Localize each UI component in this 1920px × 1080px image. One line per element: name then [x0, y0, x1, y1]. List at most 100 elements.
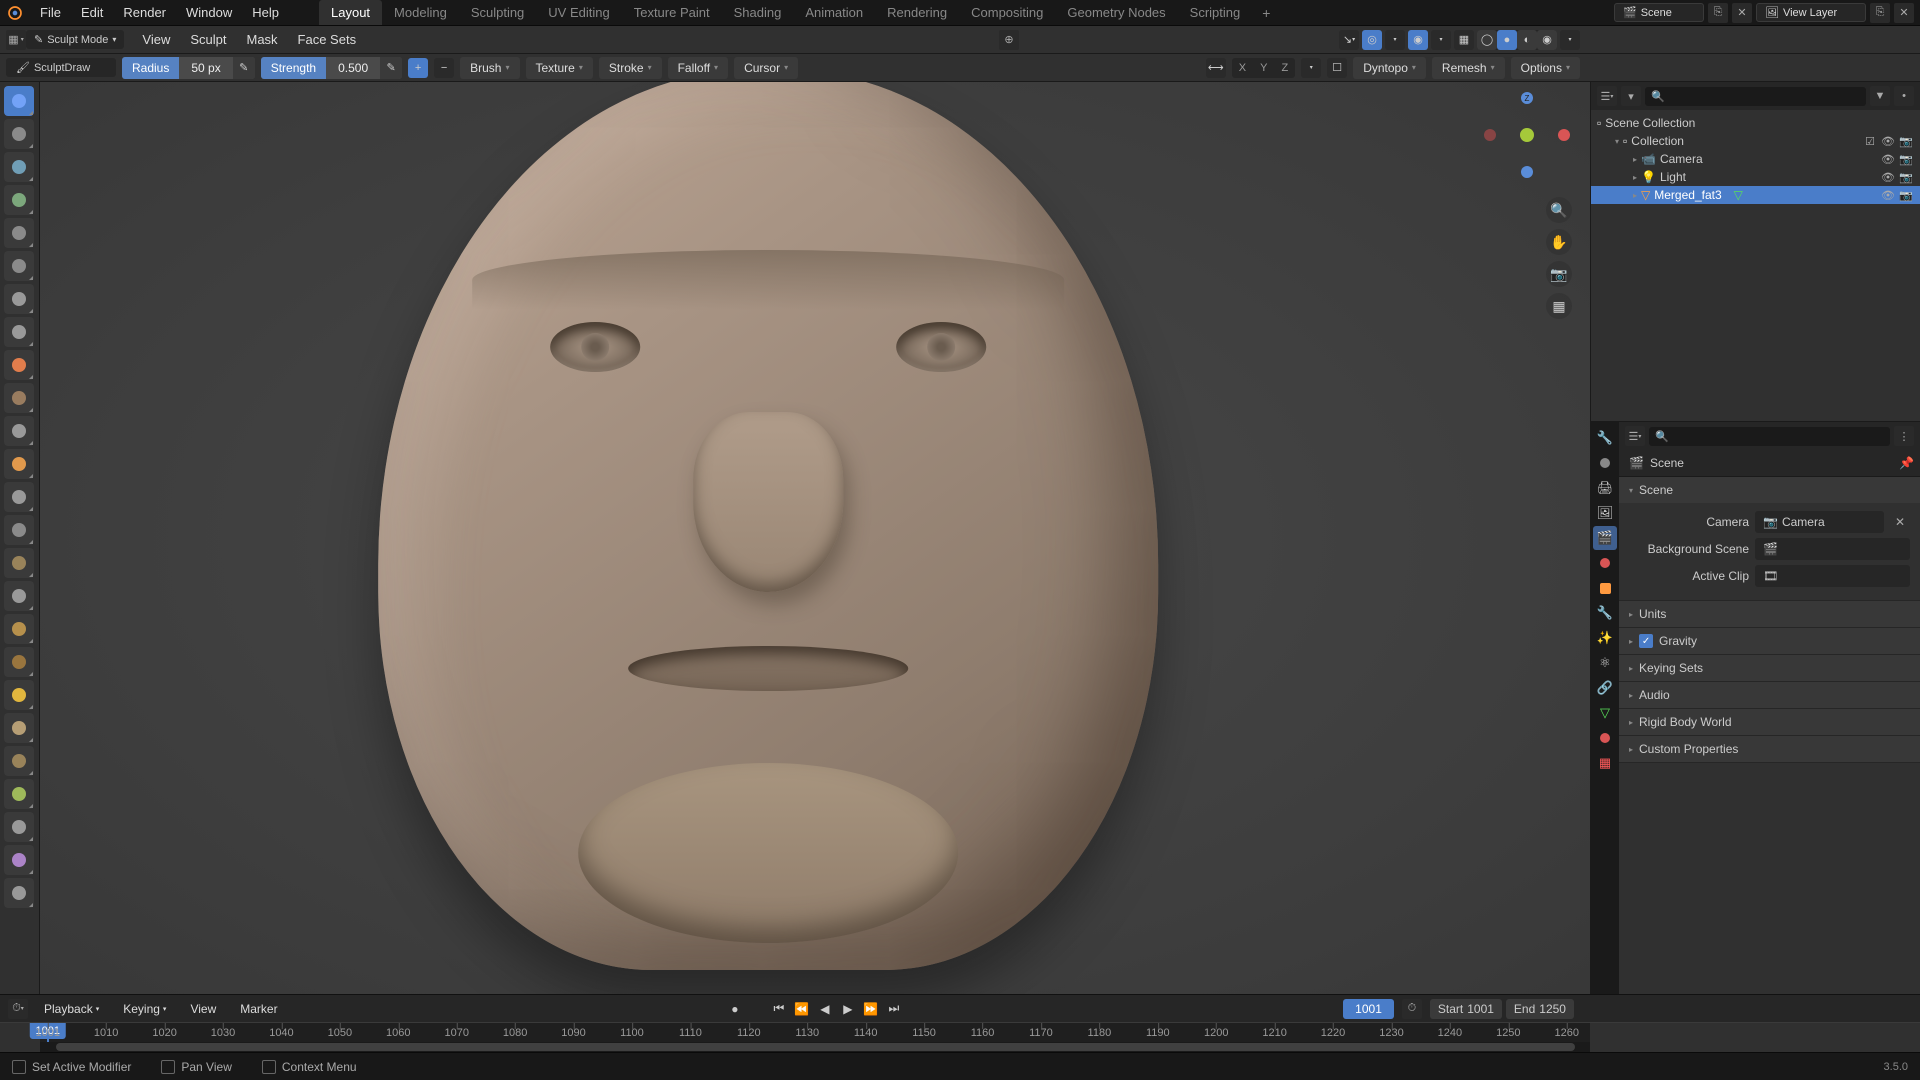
header-sculpt-menu[interactable]: Sculpt [180, 28, 236, 51]
radius-field[interactable]: Radius 50 px ✎ [122, 57, 255, 79]
disclosure-icon[interactable]: ▾ [1615, 137, 1619, 146]
gizmo-neg-z-axis[interactable] [1521, 166, 1533, 178]
render-icon[interactable]: 📷 [1898, 153, 1914, 166]
tab-particles[interactable]: ✨ [1593, 626, 1617, 650]
gizmo-options[interactable]: ▾ [1385, 30, 1405, 50]
workspace-tab[interactable]: Sculpting [459, 0, 536, 25]
brush-dropdown[interactable]: Brush▾ [460, 57, 519, 79]
view-layer-selector[interactable]: 🖼 View Layer [1756, 3, 1866, 22]
keying-menu[interactable]: Keying▾ [115, 999, 174, 1019]
rotate-tool[interactable] [4, 779, 34, 809]
panel-gravity-header[interactable]: ▸ ✓ Gravity [1619, 628, 1920, 654]
current-frame-field[interactable]: 1001 [1343, 999, 1394, 1019]
add-subtract-toggle[interactable]: + [408, 58, 428, 78]
mirror-z[interactable]: Z [1274, 58, 1295, 78]
tab-data[interactable]: ▽ [1593, 701, 1617, 725]
viewport-3d[interactable]: Z 🔍 ✋ 📷 ▦ [40, 82, 1590, 994]
pinch-tool[interactable] [4, 548, 34, 578]
orientation-button[interactable]: ⊕ [999, 30, 1019, 50]
disclosure-icon[interactable]: ▸ [1633, 155, 1637, 164]
smooth-tool[interactable] [4, 383, 34, 413]
camera-selector[interactable]: 📷 Camera [1755, 511, 1884, 533]
dyntopo-checkbox[interactable]: ☐ [1327, 58, 1347, 78]
brush-selector[interactable]: 🖌 SculptDraw [6, 58, 116, 77]
play-button[interactable]: ▶ [837, 999, 859, 1019]
workspace-tab[interactable]: Geometry Nodes [1055, 0, 1177, 25]
workspace-tab[interactable]: Shading [722, 0, 794, 25]
tab-modifiers[interactable]: 🔧 [1593, 601, 1617, 625]
boundary-tool[interactable] [4, 845, 34, 875]
menu-window[interactable]: Window [176, 1, 242, 24]
timeline-ruler[interactable]: 1001 10011010102010301040105010601070108… [0, 1022, 1920, 1052]
workspace-tab[interactable]: UV Editing [536, 0, 621, 25]
timeline-scrollbar[interactable] [40, 1042, 1590, 1052]
overlay-options[interactable]: ▾ [1431, 30, 1451, 50]
draw-sharp-tool[interactable] [4, 119, 34, 149]
perspective-toggle-icon[interactable]: ▦ [1546, 293, 1572, 319]
flatten-tool[interactable] [4, 416, 34, 446]
menu-edit[interactable]: Edit [71, 1, 113, 24]
workspace-tab[interactable]: Scripting [1178, 0, 1253, 25]
workspace-tab[interactable]: Animation [793, 0, 875, 25]
jump-end-button[interactable]: ⏭ [883, 999, 905, 1019]
blob-tool[interactable] [4, 317, 34, 347]
shading-wireframe[interactable]: ◯ [1477, 30, 1497, 50]
tab-object[interactable] [1593, 576, 1617, 600]
tab-material[interactable] [1593, 726, 1617, 750]
clay-thumb-tool[interactable] [4, 218, 34, 248]
shading-material[interactable]: ◐ [1517, 30, 1537, 50]
workspace-tab[interactable]: Modeling [382, 0, 459, 25]
eye-icon[interactable]: 👁 [1880, 153, 1896, 166]
shading-rendered[interactable]: ◉ [1537, 30, 1557, 50]
overlay-toggle[interactable]: ◉ [1408, 30, 1428, 50]
panel-audio-header[interactable]: ▸ Audio [1619, 682, 1920, 708]
draw-tool[interactable] [4, 86, 34, 116]
workspace-tab[interactable]: Texture Paint [622, 0, 722, 25]
outliner-item[interactable]: ▸ 💡 Light 👁📷 [1591, 168, 1920, 186]
outliner-filter[interactable]: ▼ [1870, 86, 1890, 106]
panel-rigid-body-world-header[interactable]: ▸ Rigid Body World [1619, 709, 1920, 735]
tree-scene-collection[interactable]: ▫ Scene Collection [1591, 114, 1920, 132]
pose-tool[interactable] [4, 713, 34, 743]
elastic-tool[interactable] [4, 614, 34, 644]
navigation-gizmo[interactable]: Z [1492, 100, 1562, 170]
dyntopo-dropdown[interactable]: Dyntopo▾ [1353, 57, 1426, 79]
disclosure-icon[interactable]: ▸ [1633, 173, 1637, 182]
header-facesets-menu[interactable]: Face Sets [288, 28, 367, 51]
tab-texture[interactable]: ▦ [1593, 751, 1617, 775]
shading-solid[interactable]: ● [1497, 30, 1517, 50]
strength-value[interactable]: 0.500 [326, 57, 380, 79]
tab-physics[interactable]: ⚛ [1593, 651, 1617, 675]
cloth-tool[interactable] [4, 878, 34, 908]
add-workspace-button[interactable]: + [1252, 0, 1280, 26]
tab-output[interactable]: 🖨 [1593, 476, 1617, 500]
gizmo-neg-x-axis[interactable] [1484, 129, 1496, 141]
delete-viewlayer-button[interactable]: ✕ [1894, 3, 1914, 23]
inflate-tool[interactable] [4, 284, 34, 314]
radius-pressure-toggle[interactable]: ✎ [233, 57, 255, 79]
clear-camera-button[interactable]: ✕ [1890, 515, 1910, 529]
grab-tool[interactable] [4, 581, 34, 611]
layer-tool[interactable] [4, 251, 34, 281]
gizmo-z-axis[interactable]: Z [1521, 92, 1533, 104]
marker-menu[interactable]: Marker [232, 999, 285, 1019]
gizmo-toggle[interactable]: ◎ [1362, 30, 1382, 50]
properties-options[interactable]: ⋮ [1894, 426, 1914, 446]
new-scene-button[interactable]: ⎘ [1708, 3, 1728, 23]
render-icon[interactable]: 📷 [1898, 171, 1914, 184]
menu-help[interactable]: Help [242, 1, 289, 24]
remesh-dropdown[interactable]: Remesh▾ [1432, 57, 1505, 79]
outliner-display-mode[interactable]: ▾ [1621, 86, 1641, 106]
render-icon[interactable]: 📷 [1898, 189, 1914, 202]
snake-hook-tool[interactable] [4, 647, 34, 677]
delete-scene-button[interactable]: ✕ [1732, 3, 1752, 23]
outliner-editor-type[interactable]: ☰▾ [1597, 86, 1617, 106]
editor-type-button[interactable]: ▦▾ [6, 30, 26, 50]
pan-icon[interactable]: ✋ [1546, 229, 1572, 255]
outliner-item[interactable]: ▸ 📹 Camera 👁📷 [1591, 150, 1920, 168]
tab-constraints[interactable]: 🔗 [1593, 676, 1617, 700]
options-dropdown[interactable]: Options▾ [1511, 57, 1580, 79]
xray-toggle[interactable]: ▦ [1454, 30, 1474, 50]
keyframe-next-button[interactable]: ⏩ [860, 999, 882, 1019]
outliner-item[interactable]: ▸ ▽ Merged_fat3 ▽ 👁📷 [1591, 186, 1920, 204]
